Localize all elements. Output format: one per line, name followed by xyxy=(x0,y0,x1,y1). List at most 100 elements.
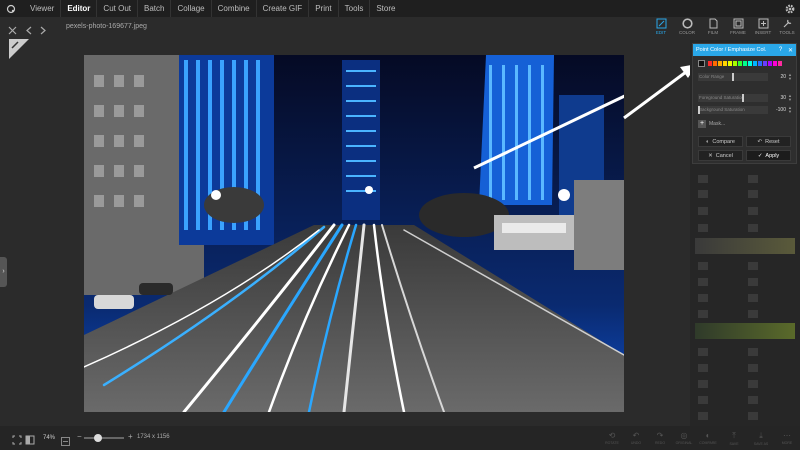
menu-create-gif[interactable]: Create GIF xyxy=(257,0,310,17)
color-picker-icon[interactable] xyxy=(698,60,705,67)
undo-button[interactable]: ↶ UNDO xyxy=(625,430,647,445)
mask-button[interactable]: + Mask... xyxy=(698,120,725,128)
help-icon[interactable]: ? xyxy=(776,46,785,55)
menu-batch[interactable]: Batch xyxy=(138,0,172,17)
color-swatch[interactable] xyxy=(708,61,712,66)
fit-screen-icon[interactable] xyxy=(12,432,22,450)
menu-cut-out[interactable]: Cut Out xyxy=(97,0,138,17)
color-swatch[interactable] xyxy=(748,61,752,66)
image-dimensions: 1734 x 1156 xyxy=(137,434,170,440)
redo-icon: ↷ xyxy=(656,431,664,440)
color-range-spinner-icon[interactable]: ▲ ▼ xyxy=(788,73,792,81)
mask-label: Mask... xyxy=(709,121,726,127)
save-button[interactable]: ⤒ SAVE xyxy=(723,430,745,446)
color-swatches xyxy=(698,60,782,67)
redo-button[interactable]: ↷ REDO xyxy=(649,430,671,445)
split-view-icon[interactable] xyxy=(25,432,35,450)
tool-tools-label: TOOLS xyxy=(779,30,795,35)
color-range-knob[interactable] xyxy=(732,73,734,81)
menu-collage[interactable]: Collage xyxy=(171,0,212,17)
cancel-icon: ✕ xyxy=(708,152,713,159)
background-saturation-knob[interactable] xyxy=(698,106,700,114)
zoom-percent[interactable]: 74% xyxy=(40,433,58,443)
edited-photo[interactable] xyxy=(84,55,624,412)
close-icon[interactable] xyxy=(8,22,17,40)
undo-icon: ↶ xyxy=(632,431,640,440)
dialog-title: Point Color / Emphasize Col. xyxy=(696,47,767,53)
menu-print[interactable]: Print xyxy=(309,0,339,17)
color-swatch[interactable] xyxy=(763,61,767,66)
save-as-button[interactable]: ⤓ SAVE AS xyxy=(750,430,772,446)
foreground-saturation-value[interactable]: 30 xyxy=(771,94,786,102)
color-swatch[interactable] xyxy=(758,61,762,66)
background-saturation-value[interactable]: -100 xyxy=(771,106,786,114)
tool-frame[interactable]: FRAME xyxy=(725,17,751,39)
save-as-label: SAVE AS xyxy=(753,442,769,446)
point-color-dialog: Point Color / Emphasize Col. ? ✕ Color R… xyxy=(692,43,797,164)
color-swatch[interactable] xyxy=(738,61,742,66)
color-swatch[interactable] xyxy=(728,61,732,66)
tool-film[interactable]: FILM xyxy=(700,17,726,39)
menu-store[interactable]: Store xyxy=(370,0,401,17)
background-saturation-label: Background Saturation xyxy=(699,107,745,112)
close-dialog-icon[interactable]: ✕ xyxy=(786,46,795,55)
color-swatch[interactable] xyxy=(713,61,717,66)
reset-button[interactable]: ↶ Reset xyxy=(746,136,791,147)
save-icon: ⤒ xyxy=(732,431,736,440)
color-range-value[interactable]: 20 xyxy=(771,73,786,81)
tool-insert-label: INSERT xyxy=(754,30,772,35)
app-logo-icon[interactable] xyxy=(4,2,18,16)
save-label: SAVE xyxy=(729,442,739,446)
background-saturation-spinner-icon[interactable]: ▲ ▼ xyxy=(788,106,792,114)
menu-tools[interactable]: Tools xyxy=(339,0,371,17)
zoom-in-icon[interactable]: + xyxy=(128,432,133,441)
tool-edit-label: EDIT xyxy=(655,30,667,35)
undo-label: UNDO xyxy=(630,441,642,445)
zoom-reset-icon[interactable] xyxy=(61,433,70,450)
forward-arrow-icon[interactable] xyxy=(40,22,47,40)
reset-label: Reset xyxy=(765,138,780,145)
apply-icon: ✓ xyxy=(757,152,763,159)
compare-view-button[interactable]: ◐ COMPARE xyxy=(697,430,719,445)
rotate-button[interactable]: ⟲ ROTATE xyxy=(601,430,623,445)
color-swatch[interactable] xyxy=(778,61,782,66)
color-swatch[interactable] xyxy=(743,61,747,66)
panel-collapse-tab[interactable]: › xyxy=(0,257,7,287)
more-button[interactable]: ⋯ MORE xyxy=(776,430,798,445)
foreground-saturation-knob[interactable] xyxy=(742,94,745,102)
menu-viewer[interactable]: Viewer xyxy=(24,0,62,17)
back-arrow-icon[interactable] xyxy=(25,22,32,40)
zoom-out-icon[interactable]: − xyxy=(77,432,82,441)
menu-editor[interactable]: Editor xyxy=(61,0,98,17)
cancel-button[interactable]: ✕ Cancel xyxy=(698,150,743,161)
tool-tools[interactable]: TOOLS xyxy=(774,17,800,39)
color-swatch[interactable] xyxy=(733,61,737,66)
color-range-slider[interactable]: Color Range xyxy=(698,73,768,81)
zoom-slider[interactable] xyxy=(84,434,124,442)
foreground-saturation-spinner-icon[interactable]: ▲ ▼ xyxy=(788,94,792,102)
apply-button[interactable]: ✓ Apply xyxy=(746,150,791,161)
compare-icon: ◐ xyxy=(706,138,710,145)
foreground-saturation-slider[interactable]: Foreground Saturation xyxy=(698,94,768,102)
tool-edit[interactable]: EDIT xyxy=(648,17,674,39)
file-name: pexels-photo-169677.jpeg xyxy=(66,23,147,30)
color-range-label: Color Range xyxy=(699,74,725,79)
compare-button[interactable]: ◐ Compare xyxy=(698,136,743,147)
zoom-slider-knob[interactable] xyxy=(93,434,102,442)
color-swatch[interactable] xyxy=(773,61,777,66)
color-swatch[interactable] xyxy=(723,61,727,66)
original-button[interactable]: ◎ ORIGINAL xyxy=(673,430,695,445)
background-saturation-slider[interactable]: Background Saturation xyxy=(698,106,768,114)
menu-combine[interactable]: Combine xyxy=(212,0,257,17)
color-swatch[interactable] xyxy=(753,61,757,66)
color-swatch[interactable] xyxy=(768,61,772,66)
tool-insert[interactable]: INSERT xyxy=(750,17,776,39)
nav-controls xyxy=(8,22,47,40)
foreground-saturation-row: Foreground Saturation 30 ▲ ▼ xyxy=(698,94,793,102)
tool-color[interactable]: COLOR xyxy=(674,17,700,39)
rotate-label: ROTATE xyxy=(605,441,619,445)
more-icon: ⋯ xyxy=(783,431,791,440)
cancel-label: Cancel xyxy=(715,152,733,159)
color-swatch[interactable] xyxy=(718,61,722,66)
corner-badge-icon xyxy=(9,39,29,59)
